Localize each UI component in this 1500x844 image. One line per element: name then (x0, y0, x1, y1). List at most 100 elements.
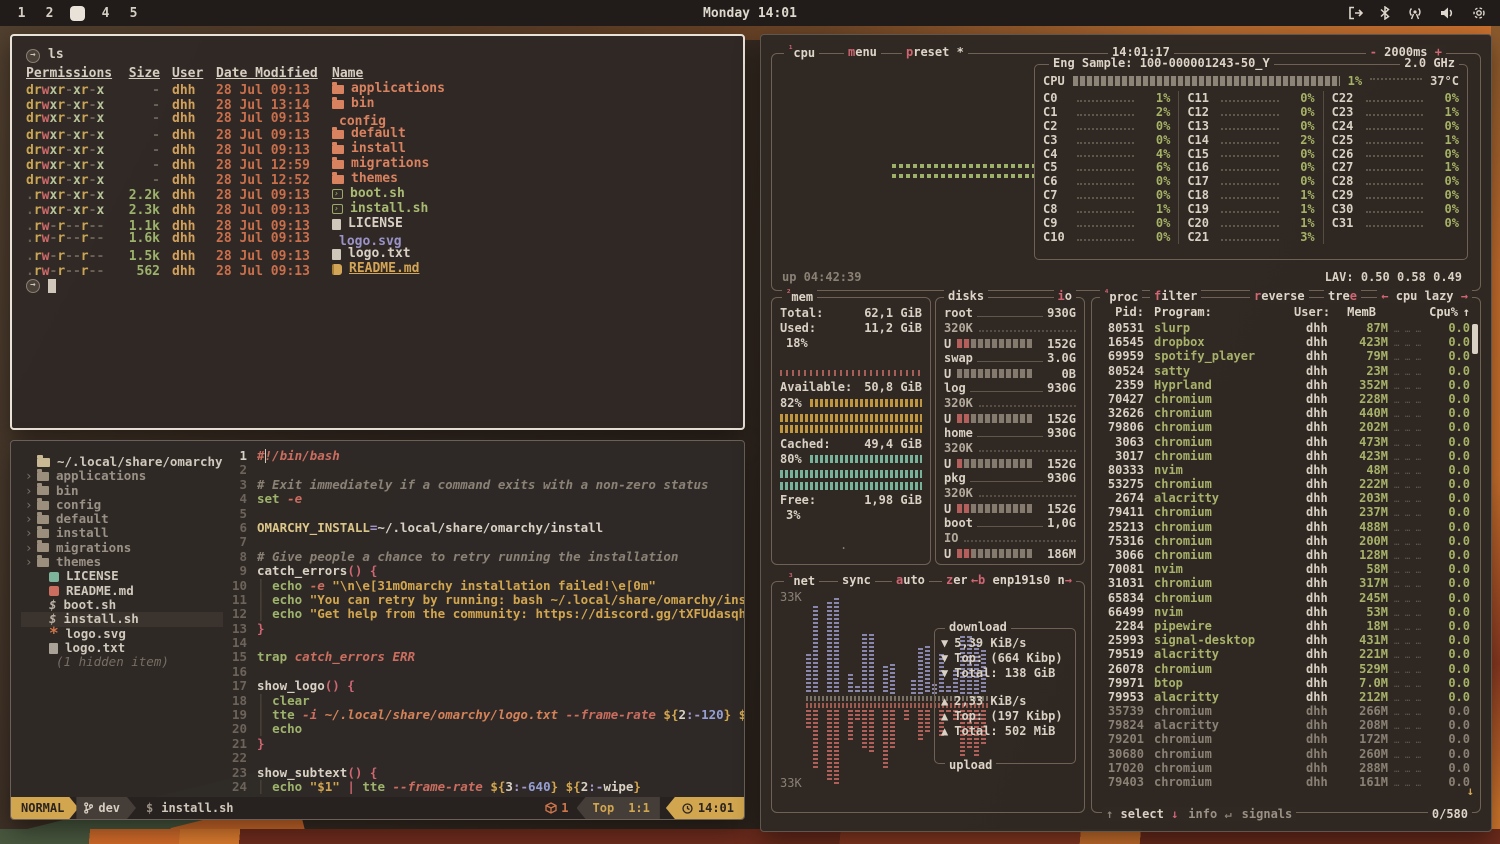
tab-cpu[interactable]: ¹cpu (784, 45, 819, 60)
process-row[interactable]: 25993 signal-desktop dhh 431M … … … 0.0 (1098, 633, 1470, 647)
process-row[interactable]: 79824 alacritty dhh 208M … … … 0.0 (1098, 718, 1470, 732)
preset-button[interactable]: preset * (902, 45, 968, 59)
process-row[interactable]: 65834 chromium dhh 245M … … … 0.0 (1098, 591, 1470, 605)
scroll-down-icon[interactable]: ↓ (1467, 784, 1474, 798)
process-row[interactable]: 31031 chromium dhh 317M … … … 0.0 (1098, 576, 1470, 590)
workspace-indicator[interactable]: 4 (98, 6, 113, 21)
settings-icon[interactable] (1472, 6, 1486, 20)
sort-switcher[interactable]: ← cpu lazy → (1377, 289, 1472, 303)
info-option[interactable]: info ↵ (1188, 807, 1231, 821)
interface-switcher[interactable]: ←b enp191s0 n→ (967, 573, 1076, 587)
tab-disks[interactable]: disks (944, 289, 988, 303)
tree-item-icon (37, 558, 49, 567)
ls-header: Permissions Size User Date Modified Name (26, 67, 729, 82)
reverse-button[interactable]: reverse (1250, 289, 1309, 303)
process-row[interactable]: 80531 slurp dhh 87M … … … 0.0 (1098, 321, 1470, 335)
process-row[interactable]: 79806 chromium dhh 202M … … … 0.0 (1098, 420, 1470, 434)
process-row[interactable]: 79519 alacritty dhh 221M … … … 0.0 (1098, 647, 1470, 661)
sync-button[interactable]: sync (838, 573, 875, 587)
process-row[interactable]: 25213 chromium dhh 488M … … … 0.0 (1098, 520, 1470, 534)
workspace-indicator[interactable]: 3 (70, 6, 85, 21)
io-mode-button[interactable]: io (1054, 289, 1076, 303)
process-row[interactable]: 80333 nvim dhh 48M … … … 0.0 (1098, 463, 1470, 477)
process-row[interactable]: 3017 chromium dhh 423M … … … 0.0 (1098, 449, 1470, 463)
disk-used-value: 152G (1038, 337, 1076, 351)
volume-icon[interactable] (1440, 6, 1455, 20)
tree-item[interactable]: boot.sh (21, 598, 223, 612)
code-line: 9catch_errors() { (223, 564, 744, 578)
tree-item[interactable]: › config (21, 498, 223, 512)
process-row[interactable]: 2674 alacritty dhh 203M … … … 0.0 (1098, 491, 1470, 505)
tree-item[interactable]: › install (21, 526, 223, 540)
process-row[interactable]: 70081 nvim dhh 58M … … … 0.0 (1098, 562, 1470, 576)
file-row: .rw-r--r-- 1.5k dhh 28 Jul 09:13 logo.tx… (26, 247, 729, 262)
prompt-line[interactable]: → (26, 278, 729, 293)
bluetooth-icon[interactable] (1380, 6, 1390, 20)
tab-net[interactable]: ³net (784, 573, 819, 588)
workspace-indicator[interactable]: 1 (14, 6, 29, 21)
process-row[interactable]: 66499 nvim dhh 53M … … … 0.0 (1098, 605, 1470, 619)
tab-mem[interactable]: ²mem (782, 289, 817, 304)
tree-item[interactable]: LICENSE (21, 569, 223, 583)
position-label: Top (593, 801, 615, 815)
process-pid: 32626 (1098, 406, 1144, 420)
process-row[interactable]: 30680 chromium dhh 260M … … … 0.0 (1098, 747, 1470, 761)
select-option[interactable]: ↑ select ↓ (1106, 807, 1178, 821)
process-row[interactable]: 79953 alacritty dhh 212M … … … 0.0 (1098, 690, 1470, 704)
process-name: chromium (1144, 392, 1306, 406)
editor-window[interactable]: ~/.local/share/omarchy › applications › … (10, 440, 745, 820)
tree-item[interactable]: ~/.local/share/omarchy (21, 455, 223, 469)
tree-item[interactable]: › themes (21, 555, 223, 569)
terminal-window[interactable]: → ls Permissions Size User Date Modified… (10, 34, 745, 430)
process-row[interactable]: 35739 chromium dhh 266M … … … 0.0 (1098, 704, 1470, 718)
tab-proc[interactable]: ⁴proc (1100, 289, 1142, 304)
filter-button[interactable]: filter (1150, 289, 1201, 303)
tree-item[interactable]: logo.txt (21, 641, 223, 655)
menu-button[interactable]: menu (844, 45, 881, 59)
process-row[interactable]: 16545 dropbox dhh 423M … … … 0.0 (1098, 335, 1470, 349)
tree-button[interactable]: tree (1324, 289, 1361, 303)
process-row[interactable]: 69959 spotify_player dhh 79M … … … 0.0 (1098, 349, 1470, 363)
process-row[interactable]: 3066 chromium dhh 128M … … … 0.0 (1098, 548, 1470, 562)
process-row[interactable]: 79403 chromium dhh 161M … … … 0.0 (1098, 775, 1470, 789)
code-editor[interactable]: 1#!/bin/bash23# Exit immediately if a co… (223, 441, 744, 798)
process-row[interactable]: 70427 chromium dhh 228M … … … 0.0 (1098, 392, 1470, 406)
process-cpu: 0.0 (1440, 718, 1470, 732)
process-row[interactable]: 79201 chromium dhh 172M … … … 0.0 (1098, 732, 1470, 746)
process-row[interactable]: 79411 chromium dhh 237M … … … 0.0 (1098, 505, 1470, 519)
process-row[interactable]: 53275 chromium dhh 222M … … … 0.0 (1098, 477, 1470, 491)
tree-item[interactable]: › bin (21, 484, 223, 498)
disk-used-value: 152G (1038, 412, 1076, 426)
scrollbar[interactable] (1472, 324, 1478, 354)
process-row[interactable]: 75316 chromium dhh 200M … … … 0.0 (1098, 534, 1470, 548)
process-row[interactable]: 2359 Hyprland dhh 352M … … … 0.0 (1098, 378, 1470, 392)
btop-window[interactable]: ¹cpu menu preset * 14:01:17 - 2000ms + u… (760, 34, 1492, 832)
tree-item[interactable]: (1 hidden item) (21, 655, 223, 669)
workspace-indicator[interactable]: 2 (42, 6, 57, 21)
process-pid: 79824 (1098, 718, 1144, 732)
process-row[interactable]: 80524 satty dhh 23M … … … 0.0 (1098, 364, 1470, 378)
process-row[interactable]: 79971 btop dhh 7.0M … … … 0.0 (1098, 676, 1470, 690)
tree-item[interactable]: › applications (21, 469, 223, 483)
workspace-indicator[interactable]: 5 (126, 6, 141, 21)
chevron-right-icon: › (25, 484, 37, 498)
file-row: .rw-r--r-- 1.1k dhh 28 Jul 09:13 LICENSE (26, 217, 729, 232)
signals-option[interactable]: signals (1242, 807, 1293, 821)
process-row[interactable]: 26078 chromium dhh 529M … … … 0.0 (1098, 662, 1470, 676)
tree-item[interactable]: README.md (21, 584, 223, 598)
process-table-header[interactable]: Pid: Program: User: MemB Cpu% ↑ (1098, 305, 1470, 321)
file-row: drwxr-xr-x - dhh 28 Jul 09:13 config (26, 112, 729, 127)
tree-item[interactable]: › migrations (21, 541, 223, 555)
logout-icon[interactable] (1348, 6, 1363, 20)
tree-item[interactable]: logo.svg (21, 627, 223, 641)
tree-item[interactable]: › default (21, 512, 223, 526)
process-mem: 266M (1342, 704, 1388, 718)
process-row[interactable]: 2284 pipewire dhh 18M … … … 0.0 (1098, 619, 1470, 633)
auto-button[interactable]: auto (892, 573, 929, 587)
process-row[interactable]: 3063 chromium dhh 473M … … … 0.0 (1098, 435, 1470, 449)
network-icon[interactable] (1407, 6, 1423, 20)
process-row[interactable]: 17020 chromium dhh 288M … … … 0.0 (1098, 761, 1470, 775)
process-user: dhh (1306, 690, 1342, 704)
process-row[interactable]: 32626 chromium dhh 440M … … … 0.0 (1098, 406, 1470, 420)
git-branch: dev (76, 797, 136, 819)
